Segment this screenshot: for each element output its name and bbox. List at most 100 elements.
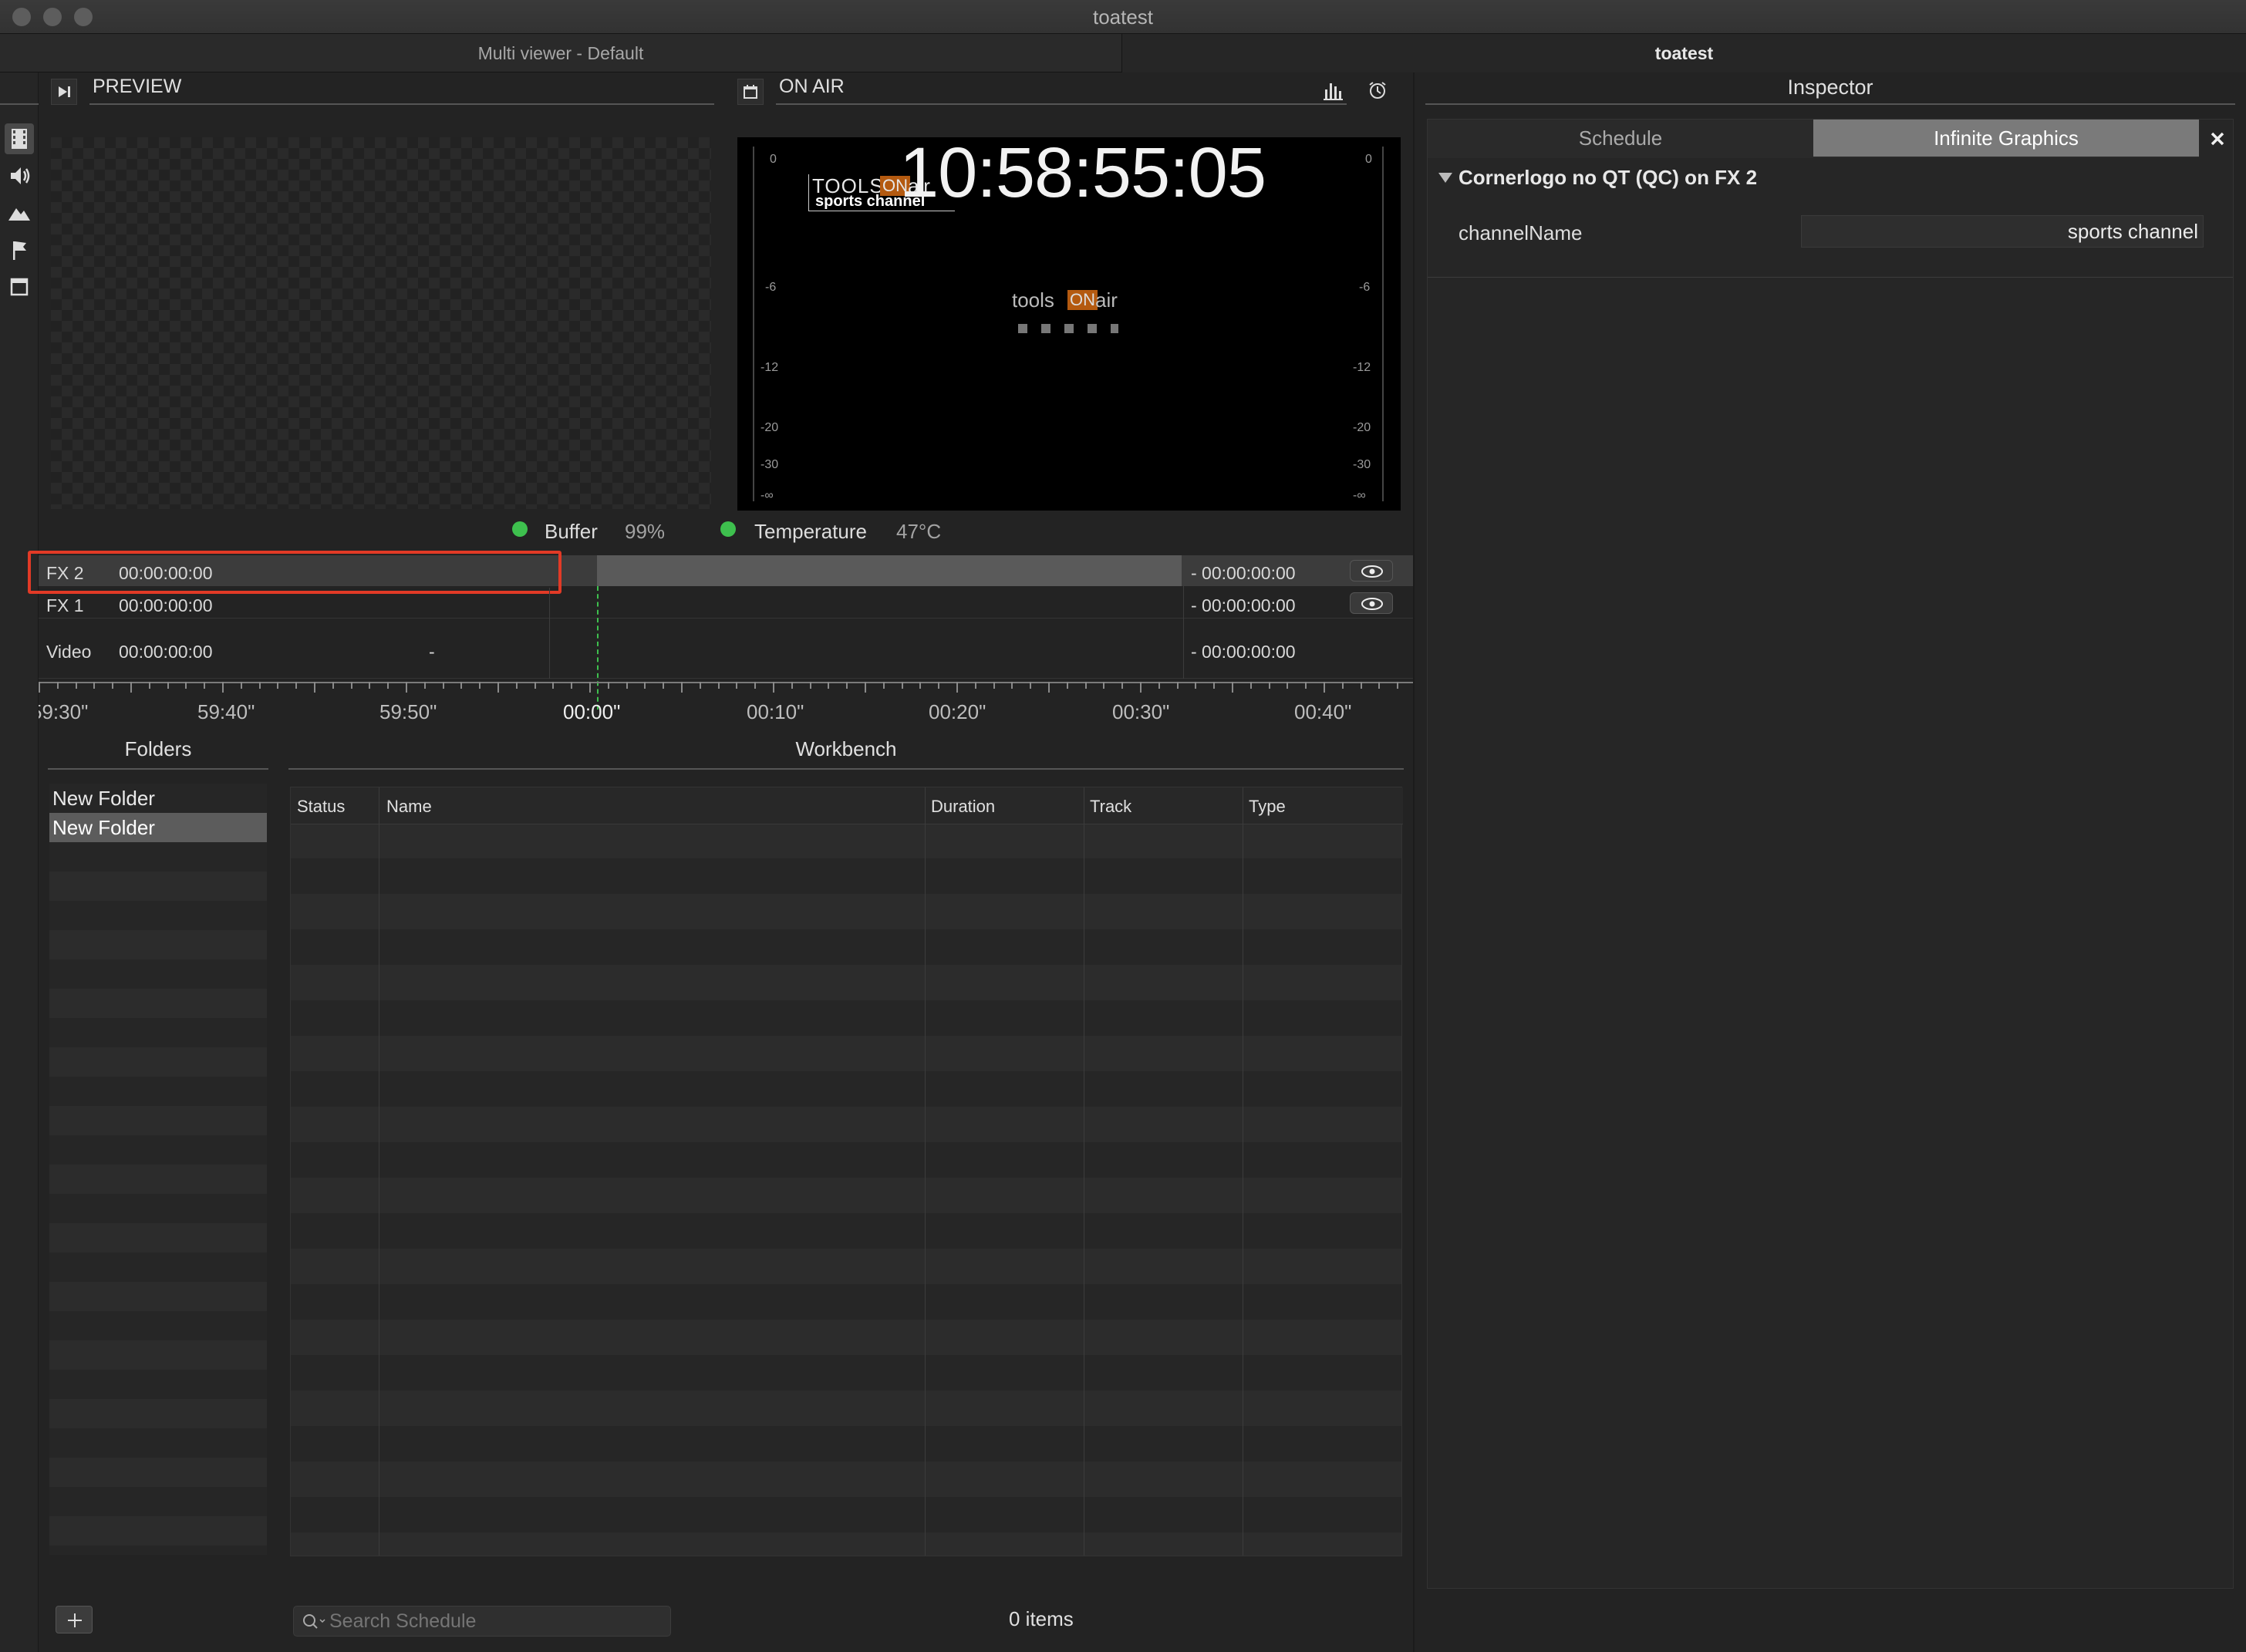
speaker-icon[interactable]	[5, 160, 34, 191]
ruler-tick	[167, 682, 169, 689]
visibility-eye-icon[interactable]	[1350, 560, 1393, 582]
ruler-label: 00:20"	[929, 700, 986, 723]
ruler-tick	[754, 682, 757, 689]
table-header: Status Name Duration Track Type	[291, 787, 1403, 824]
ruler-tick	[736, 682, 738, 689]
toolbar-divider	[0, 103, 39, 105]
inspector-panel: Inspector Schedule Infinite Graphics Cor…	[1425, 72, 2235, 1630]
title-bar: toatest	[0, 0, 2246, 34]
ruler-tick	[350, 682, 352, 689]
close-icon[interactable]	[2202, 123, 2233, 155]
inspector-title: Inspector	[1787, 76, 1873, 99]
minimize-window-button[interactable]	[43, 8, 62, 26]
column-status[interactable]: Status	[297, 797, 345, 817]
meter-label: -6	[765, 281, 777, 294]
temperature-value: 47°C	[896, 520, 942, 543]
temperature-status-dot	[720, 521, 737, 538]
meter-label: -∞	[760, 489, 774, 502]
ruler-tick	[497, 682, 499, 693]
workbench-panel: Workbench Status Name Duration Track Typ…	[288, 733, 1404, 1637]
ruler-tick	[626, 682, 628, 689]
track-row-fx1[interactable]: FX 1 00:00:00:00 - 00:00:00:00	[39, 588, 1413, 619]
meter-label: -20	[760, 421, 779, 434]
segment-schedule[interactable]: Schedule	[1428, 120, 1813, 157]
close-window-button[interactable]	[12, 8, 31, 26]
track-end-timecode: - 00:00:00:00	[1191, 563, 1296, 583]
ruler-tick	[1011, 682, 1013, 689]
calendar-icon[interactable]	[737, 79, 764, 105]
ruler-label: 00:40"	[1294, 700, 1352, 723]
ruler-tick	[699, 682, 701, 689]
ruler-tick	[130, 682, 132, 693]
fx2-clip[interactable]	[597, 555, 1182, 586]
column-divider	[925, 787, 926, 1556]
zoom-window-button[interactable]	[74, 8, 93, 26]
ruler-tick	[1195, 682, 1197, 689]
onair-title: ON AIR	[779, 76, 845, 97]
visibility-eye-icon[interactable]	[1350, 592, 1393, 614]
ruler-tick	[56, 682, 59, 689]
add-folder-button[interactable]	[56, 1606, 93, 1633]
ruler-tick	[644, 682, 646, 689]
ruler-tick	[1397, 682, 1399, 689]
ruler-tick	[681, 682, 683, 693]
column-track[interactable]: Track	[1090, 797, 1131, 817]
column-duration[interactable]: Duration	[931, 797, 995, 817]
buffer-value: 99%	[625, 520, 666, 543]
preview-title: PREVIEW	[93, 76, 182, 97]
inspector-body: Schedule Infinite Graphics Cornerlogo no…	[1427, 119, 2234, 1589]
preview-underline	[89, 103, 714, 105]
search-field[interactable]	[293, 1606, 671, 1637]
channelname-input[interactable]: sports channel	[1801, 215, 2204, 248]
folder-item-selected[interactable]: New Folder	[49, 813, 267, 842]
ruler-label: 59:30"	[39, 700, 89, 723]
disclosure-triangle-icon[interactable]	[1437, 169, 1454, 186]
ruler-tick	[423, 682, 426, 689]
search-input[interactable]	[329, 1610, 661, 1633]
timeline: FX 2 00:00:00:00 - 00:00:00:00 FX 1 00:0…	[28, 551, 1413, 710]
center-logo-on: ON	[1067, 290, 1098, 310]
segment-infinite-graphics[interactable]: Infinite Graphics	[1813, 120, 2199, 157]
tab-multi-viewer[interactable]: Multi viewer - Default	[0, 34, 1121, 72]
window-icon[interactable]	[5, 271, 34, 302]
ruler-tick	[791, 682, 793, 689]
timeline-ruler[interactable]: 59:30" 59:40" 59:50" 00:00" 00:10" 00:20…	[39, 682, 1413, 728]
alarm-clock-icon[interactable]	[1362, 76, 1393, 105]
right-audio-meter	[1382, 147, 1384, 501]
ruler-tick	[534, 682, 536, 689]
ruler-tick	[39, 682, 40, 693]
meter-label: 0	[770, 153, 777, 166]
ruler-tick	[1305, 682, 1307, 689]
ruler-tick	[1084, 682, 1087, 689]
folder-item[interactable]: New Folder	[49, 784, 267, 813]
panel-divider[interactable]	[1413, 72, 1415, 1652]
ruler-tick	[938, 682, 940, 689]
ruler-tick	[148, 682, 150, 689]
column-type[interactable]: Type	[1249, 797, 1286, 817]
folders-title: Folders	[124, 737, 192, 760]
film-icon[interactable]	[5, 123, 34, 154]
buffer-label: Buffer	[545, 520, 598, 543]
ruler-tick	[277, 682, 279, 689]
folders-panel: Folders New Folder New Folder	[48, 733, 268, 1633]
track-end-timecode: - 00:00:00:00	[1191, 642, 1296, 662]
audio-levels-icon[interactable]	[1317, 76, 1348, 105]
meter-label: -6	[1359, 281, 1371, 294]
onair-viewport: 0 -6 -12 -20 -30 -∞ 0 -6 -12 -20 -30 -∞ …	[737, 137, 1401, 511]
ruler-tick	[442, 682, 444, 689]
play-next-icon[interactable]	[51, 79, 77, 105]
ruler-tick	[919, 682, 922, 689]
track-row-video[interactable]: Video 00:00:00:00 - - 00:00:00:00	[39, 620, 1413, 679]
meter-label: -20	[1353, 421, 1371, 434]
ruler-baseline	[39, 682, 1413, 683]
tab-toatest[interactable]: toatest	[1121, 34, 2246, 72]
ruler-tick	[295, 682, 298, 689]
flag-icon[interactable]	[5, 234, 34, 265]
column-name[interactable]: Name	[386, 797, 432, 817]
ruler-tick	[185, 682, 187, 689]
mountain-icon[interactable]	[5, 197, 34, 228]
track-name: FX 1	[46, 595, 84, 615]
ruler-tick	[240, 682, 242, 689]
center-logo: tools ON air	[1012, 288, 1135, 335]
ruler-label: 00:10"	[747, 700, 804, 723]
